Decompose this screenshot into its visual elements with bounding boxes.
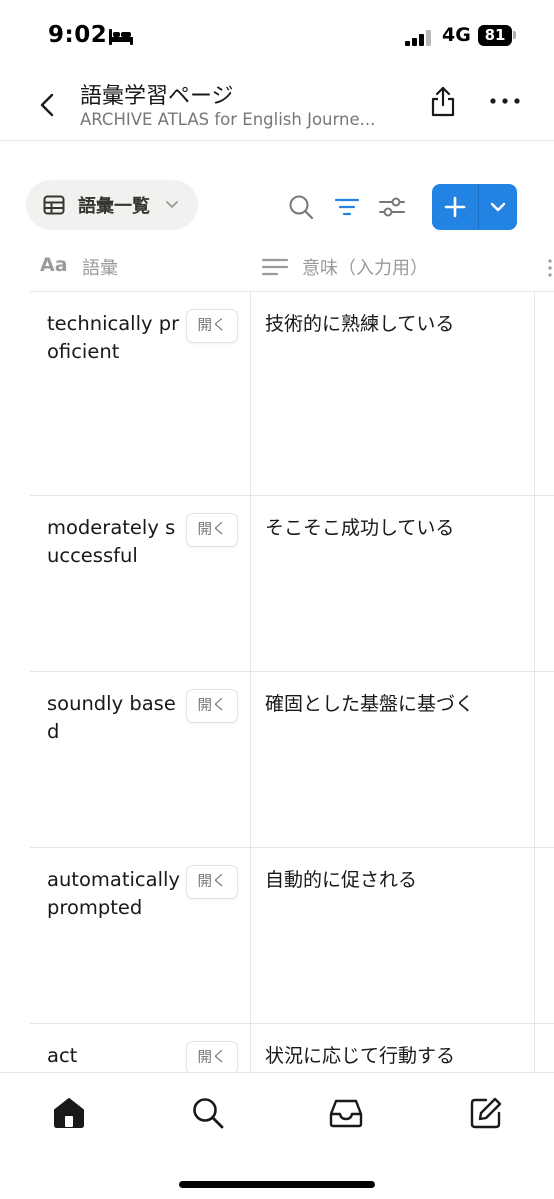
page-breadcrumb[interactable]: ARCHIVE ATLAS for English Journe... — [80, 110, 410, 129]
chevron-down-icon — [166, 201, 178, 208]
column-header-vocab[interactable]: Aa 語彙 — [40, 248, 250, 288]
status-bar: 9:02 4G 81 — [0, 0, 554, 70]
sleep-focus-icon — [109, 29, 133, 45]
cell-divider — [534, 496, 535, 671]
cell-divider — [534, 292, 535, 495]
title-property-icon: Aa — [40, 254, 68, 276]
cell-divider — [250, 848, 251, 1023]
battery-level: 81 — [478, 25, 512, 46]
share-icon[interactable] — [428, 84, 458, 118]
column-label: 語彙 — [82, 258, 118, 279]
home-indicator — [179, 1181, 375, 1188]
vocab-cell[interactable]: automatically prompted — [47, 866, 182, 922]
table-row[interactable]: act 開く 状況に応じて行動する — [30, 1024, 554, 1072]
inbox-icon[interactable] — [328, 1095, 364, 1131]
cell-divider — [250, 1024, 251, 1072]
table-row[interactable]: soundly based 開く 確固とした基盤に基づく — [30, 672, 554, 848]
search-icon[interactable] — [288, 194, 314, 220]
network-type: 4G — [442, 24, 471, 46]
bottom-nav-bar — [0, 1072, 554, 1199]
compose-icon[interactable] — [468, 1095, 504, 1131]
home-icon[interactable] — [51, 1095, 87, 1131]
meaning-cell[interactable]: そこそこ成功している — [265, 514, 535, 542]
sliders-icon[interactable] — [378, 195, 406, 219]
open-button[interactable]: 開く — [186, 865, 238, 899]
cell-divider — [250, 672, 251, 847]
signal-strength-icon — [405, 30, 431, 46]
vocab-cell[interactable]: technically proficient — [47, 310, 182, 366]
view-label: 語彙一覧 — [78, 196, 150, 217]
text-lines-icon — [262, 258, 288, 276]
meaning-cell[interactable]: 技術的に熟練している — [265, 310, 535, 338]
more-options-icon[interactable] — [488, 92, 522, 110]
column-header-meaning[interactable]: 意味（入力用） — [262, 248, 532, 288]
cell-divider — [534, 672, 535, 847]
chevron-down-icon[interactable] — [479, 184, 517, 230]
cell-divider — [250, 496, 251, 671]
plus-icon[interactable] — [432, 184, 478, 230]
new-page-button[interactable] — [432, 184, 517, 230]
vocab-cell[interactable]: act — [47, 1042, 182, 1070]
meaning-cell[interactable]: 自動的に促される — [265, 866, 535, 894]
meaning-cell[interactable]: 状況に応じて行動する — [265, 1042, 535, 1070]
page-header: 語彙学習ページ ARCHIVE ATLAS for English Journe… — [0, 70, 554, 141]
meaning-cell[interactable]: 確固とした基盤に基づく — [265, 690, 535, 718]
column-more-icon[interactable] — [546, 258, 554, 278]
vocab-cell[interactable]: moderately successful — [47, 514, 182, 570]
table-view-icon — [43, 195, 65, 215]
column-label: 意味（入力用） — [302, 258, 428, 279]
table-row[interactable]: technically proficient 開く 技術的に熟練している — [30, 292, 554, 496]
search-icon[interactable] — [190, 1095, 226, 1131]
open-button[interactable]: 開く — [186, 309, 238, 343]
page-title: 語彙学習ページ — [80, 84, 234, 109]
table-row[interactable]: automatically prompted 開く 自動的に促される — [30, 848, 554, 1024]
cell-divider — [534, 848, 535, 1023]
vocab-cell[interactable]: soundly based — [47, 690, 182, 746]
cell-divider — [534, 1024, 535, 1072]
open-button[interactable]: 開く — [186, 513, 238, 547]
vocab-table: technically proficient 開く 技術的に熟練している mod… — [0, 292, 554, 1072]
open-button[interactable]: 開く — [186, 1041, 238, 1072]
view-selector[interactable]: 語彙一覧 — [26, 180, 198, 230]
cell-divider — [250, 292, 251, 495]
battery-tip — [513, 31, 516, 39]
table-row[interactable]: moderately successful 開く そこそこ成功している — [30, 496, 554, 672]
status-time: 9:02 — [48, 22, 108, 48]
open-button[interactable]: 開く — [186, 689, 238, 723]
back-button[interactable] — [34, 88, 62, 122]
filter-icon[interactable] — [334, 196, 360, 218]
